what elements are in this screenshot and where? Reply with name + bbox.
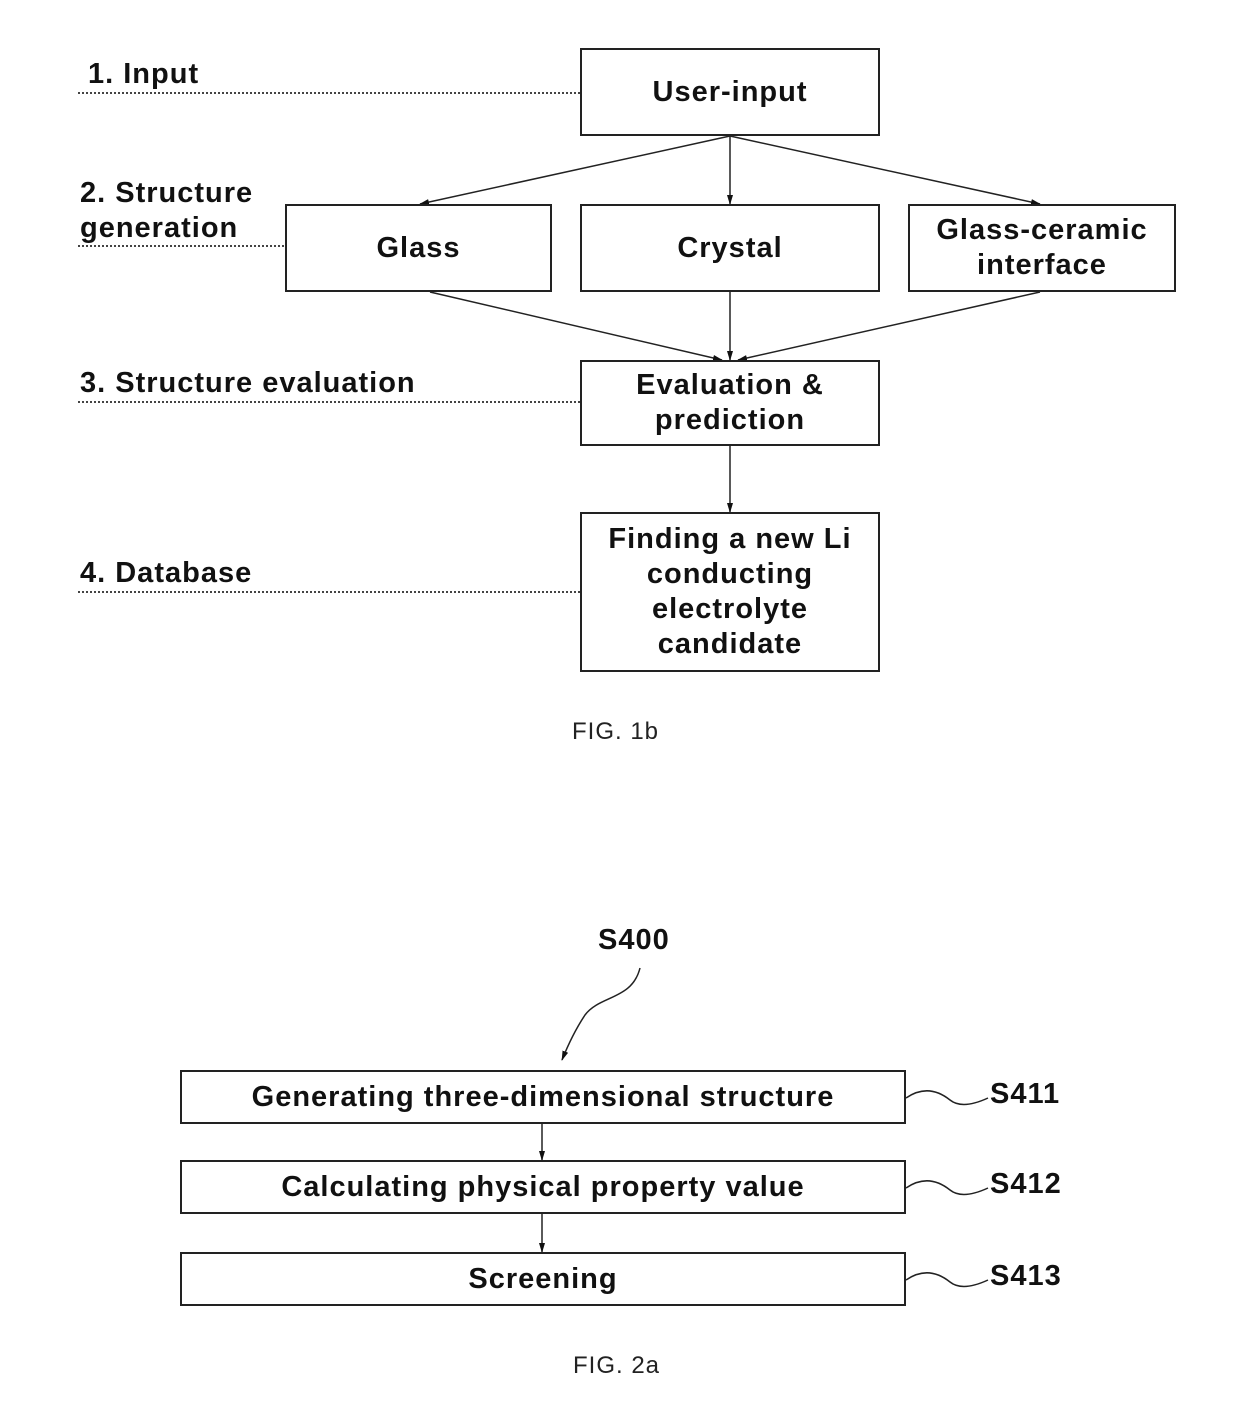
arrow-user-input-to-glass xyxy=(419,135,731,206)
stage-label-structure-evaluation: 3. Structure evaluation xyxy=(80,367,416,399)
arrow-glass-ceramic-to-evaluation xyxy=(737,291,1041,361)
figure-caption-1b: FIG. 1b xyxy=(572,718,660,745)
stage-label-structure-generation: 2. Structure generation xyxy=(80,177,254,244)
step-box-s412: Calculating physical property value xyxy=(180,1160,906,1214)
stage-label-input: 1. Input xyxy=(88,58,200,90)
step-ref-s411: S411 xyxy=(990,1078,1061,1110)
figure-caption-2a: FIG. 2a xyxy=(573,1352,661,1379)
step-ref-s413: S413 xyxy=(990,1260,1062,1292)
box-crystal: Crystal xyxy=(580,204,880,292)
process-ref-s400: S400 xyxy=(598,924,670,956)
box-glass: Glass xyxy=(285,204,552,292)
ref-squiggle-s413 xyxy=(905,1272,989,1288)
step-ref-s412: S412 xyxy=(990,1168,1062,1200)
arrow-user-input-to-glass-ceramic xyxy=(729,135,1041,206)
ref-squiggle-s411 xyxy=(905,1090,989,1106)
box-finding-candidate: Finding a new Li conducting electrolyte … xyxy=(580,512,880,672)
arrow-glass-to-evaluation xyxy=(429,291,723,361)
step-box-s413: Screening xyxy=(180,1252,906,1306)
ref-squiggle-s412 xyxy=(905,1180,989,1196)
box-glass-ceramic-interface: Glass-ceramic interface xyxy=(908,204,1176,292)
box-evaluation-prediction: Evaluation & prediction xyxy=(580,360,880,446)
s400-pointer xyxy=(561,967,641,1061)
step-box-s411: Generating three-dimensional structure xyxy=(180,1070,906,1124)
stage-label-database: 4. Database xyxy=(80,557,253,589)
box-user-input: User-input xyxy=(580,48,880,136)
